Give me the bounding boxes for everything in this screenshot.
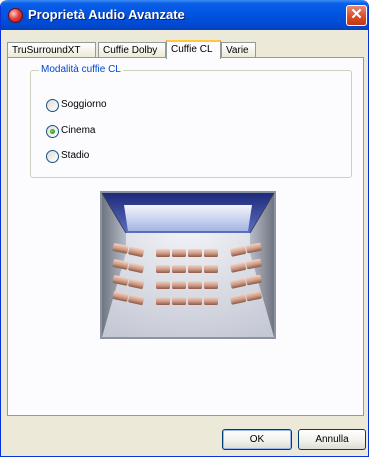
- dialog-window: Proprietà Audio Avanzate ✕ TruSurroundXT…: [0, 0, 369, 457]
- close-icon: ✕: [350, 6, 363, 23]
- tab-trusurroundxt[interactable]: TruSurroundXT: [7, 42, 96, 57]
- radio-button-unselected-icon: [46, 150, 59, 163]
- tab-cuffie-dolby[interactable]: Cuffie Dolby: [98, 42, 166, 57]
- close-button[interactable]: ✕: [346, 5, 367, 26]
- radio-button-unselected-icon: [46, 99, 59, 112]
- tab-cuffie-cl[interactable]: Cuffie CL: [166, 40, 221, 59]
- cancel-button[interactable]: Annulla: [298, 429, 366, 450]
- speaker-app-icon: [8, 8, 23, 23]
- title-bar[interactable]: Proprietà Audio Avanzate ✕: [1, 0, 368, 30]
- radio-button-selected-icon: [46, 125, 59, 138]
- window-title: Proprietà Audio Avanzate: [28, 7, 185, 22]
- ok-button[interactable]: OK: [222, 429, 292, 450]
- radio-label: Stadio: [61, 150, 90, 161]
- tab-varie[interactable]: Varie: [221, 42, 256, 57]
- tab-panel: Modalità cuffie CL Soggiorno Cinema Stad…: [7, 57, 364, 416]
- group-legend: Modalità cuffie CL: [39, 64, 123, 75]
- radio-label: Soggiorno: [61, 99, 107, 110]
- headphone-mode-group: Modalità cuffie CL: [30, 64, 352, 178]
- radio-label: Cinema: [61, 125, 96, 136]
- cinema-theater-illustration: [100, 191, 276, 339]
